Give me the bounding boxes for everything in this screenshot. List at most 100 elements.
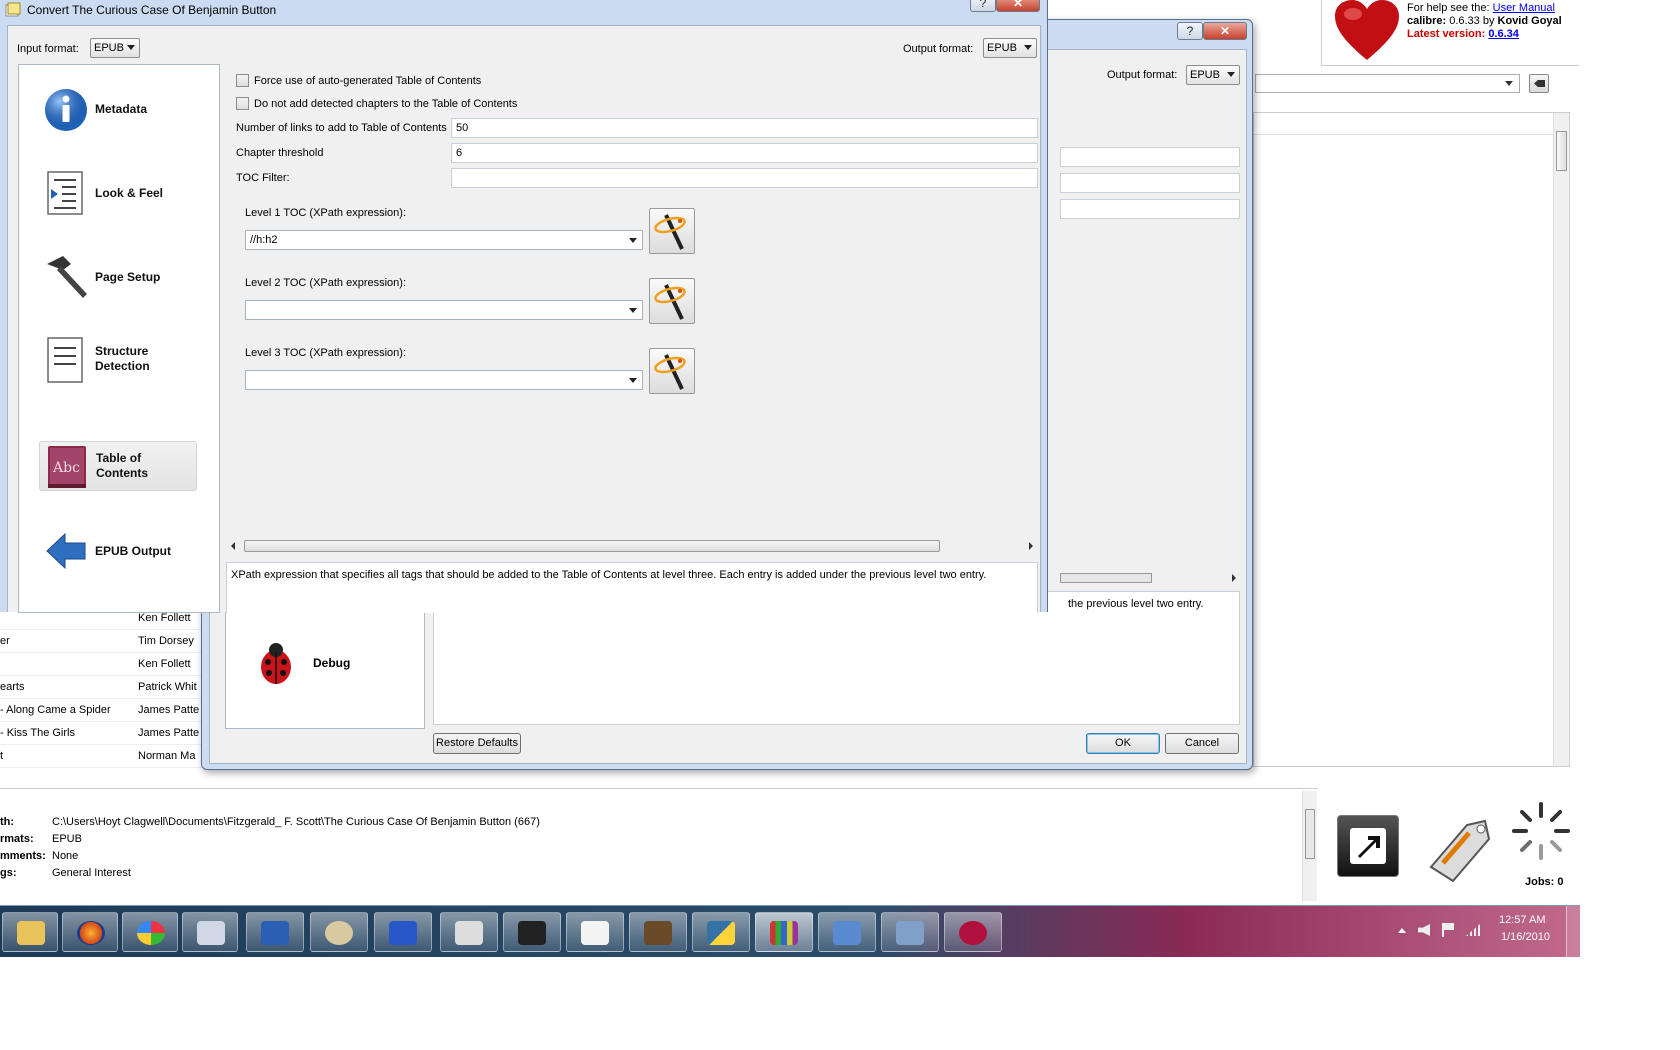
ok-button[interactable]: OK	[1086, 733, 1160, 754]
force-toc-label[interactable]: Force use of auto-generated Table of Con…	[254, 75, 481, 87]
back-close-button[interactable]: ✕	[1203, 22, 1247, 40]
output-format-label: Output format:	[903, 43, 974, 55]
clock-time[interactable]: 12:57 AM	[1499, 914, 1545, 926]
nav-item-page-setup[interactable]: Page Setup	[39, 252, 199, 306]
taskbar-app-windows-media[interactable]	[122, 912, 178, 952]
table-row[interactable]: er Tim Dorsey	[0, 630, 208, 653]
convert-dialog: Convert The Curious Case Of Benjamin But…	[0, 0, 1048, 613]
cancel-button[interactable]: Cancel	[1165, 733, 1239, 754]
chevron-left-icon	[231, 542, 235, 550]
taskbar-app-calibre[interactable]	[755, 912, 813, 952]
nav-item-structure-detection[interactable]: Structure Detection	[39, 334, 199, 388]
output-format-select[interactable]: EPUB	[983, 38, 1037, 58]
nav-item-epub-output[interactable]: EPUB Output	[39, 525, 199, 579]
links-field[interactable]: 50	[451, 118, 1038, 138]
section-nav: Metadata Look & Feel Page Setup Structur…	[18, 64, 220, 613]
notes-icon	[644, 921, 672, 945]
save-to-disk-button[interactable]	[1337, 815, 1399, 877]
detail-tags: gs: General Interest	[0, 867, 131, 879]
back-output-format-select[interactable]: EPUB	[1186, 65, 1240, 85]
back-h-scrollbar[interactable]	[1060, 570, 1240, 586]
taskbar-app-reader[interactable]	[566, 912, 624, 952]
scrollbar-thumb[interactable]	[1556, 131, 1567, 171]
latest-version-link[interactable]: 0.6.34	[1488, 28, 1519, 40]
nav-item-look-feel[interactable]: Look & Feel	[39, 168, 199, 222]
close-button[interactable]: ✕	[996, 0, 1040, 12]
heart-logo-icon	[1335, 0, 1399, 60]
app-icon	[5, 2, 21, 17]
table-row[interactable]: earts Patrick Whit	[0, 676, 208, 699]
nav-item-table-of-contents[interactable]: Abc Table of Contents	[39, 441, 197, 491]
tag-icon	[1429, 819, 1491, 883]
scrollbar-thumb[interactable]	[1305, 809, 1315, 859]
firefox-icon	[77, 921, 105, 945]
table-row[interactable]: t Norman Ma	[0, 745, 208, 768]
level3-combo[interactable]	[245, 370, 643, 390]
taskbar-app-python[interactable]	[692, 912, 750, 952]
version-author: Kovid Goyal	[1497, 15, 1562, 27]
word-icon	[261, 921, 289, 945]
threshold-field[interactable]: 6	[451, 143, 1038, 163]
clock-date[interactable]: 1/16/2010	[1501, 931, 1550, 943]
no-chapters-checkbox[interactable]	[236, 97, 249, 110]
table-row[interactable]: Ken Follett	[0, 653, 208, 676]
flag-icon[interactable]	[1442, 923, 1454, 937]
level2-wizard-button[interactable]	[649, 278, 695, 324]
table-row[interactable]: - Kiss The Girls James Patte	[0, 722, 208, 745]
level2-combo[interactable]	[245, 300, 643, 320]
restore-defaults-button[interactable]: Restore Defaults	[433, 733, 521, 754]
back-help-button[interactable]: ?	[1177, 22, 1203, 40]
level1-value: //h:h2	[250, 234, 278, 246]
vertical-scrollbar[interactable]	[1553, 113, 1569, 766]
taskbar-app-media-player[interactable]	[503, 912, 561, 952]
level1-wizard-button[interactable]	[649, 208, 695, 254]
calibre-books-icon	[770, 921, 798, 945]
input-format-select[interactable]: EPUB	[90, 38, 140, 58]
taskbar-app-remote[interactable]	[881, 912, 939, 952]
level1-combo[interactable]: //h:h2	[245, 230, 643, 250]
form-h-scrollbar[interactable]	[226, 538, 1038, 554]
jobs-spinner-icon[interactable]	[1510, 800, 1572, 862]
scrollbar-thumb[interactable]	[1060, 573, 1152, 583]
table-row[interactable]: - Along Came a Spider James Patte	[0, 699, 208, 722]
toc-filter-field[interactable]	[451, 168, 1038, 188]
search-combo[interactable]	[1255, 74, 1520, 93]
taskbar-app-word[interactable]	[246, 912, 304, 952]
taskbar-app-firefox[interactable]	[62, 912, 118, 952]
taskbar-app-explorer[interactable]	[2, 912, 58, 952]
book-title: - Along Came a Spider	[0, 704, 111, 716]
python-icon	[707, 921, 735, 945]
network-signal-icon[interactable]	[1466, 924, 1480, 936]
tray-arrow-icon[interactable]	[1398, 928, 1406, 933]
level2-label: Level 2 TOC (XPath expression):	[245, 277, 407, 289]
details-scrollbar[interactable]	[1302, 791, 1317, 901]
taskbar-app-book[interactable]	[374, 912, 432, 952]
taskbar-app-tool[interactable]	[440, 912, 498, 952]
clear-search-button[interactable]	[1529, 74, 1549, 93]
taskbar-app-network[interactable]	[818, 912, 876, 952]
tag-button[interactable]	[1419, 807, 1499, 887]
back-field[interactable]	[1060, 147, 1240, 167]
taskbar-app-s[interactable]	[944, 912, 1002, 952]
debug-label[interactable]: Debug	[313, 656, 350, 670]
taskbar-app-calculator[interactable]	[182, 912, 238, 952]
no-chapters-label[interactable]: Do not add detected chapters to the Tabl…	[254, 98, 517, 110]
windows-orb-icon	[137, 921, 165, 945]
scrollbar-thumb[interactable]	[244, 540, 940, 552]
detail-value: General Interest	[52, 867, 131, 879]
help-text-box[interactable]: XPath expression that specifies all tags…	[226, 562, 1038, 613]
force-toc-checkbox[interactable]	[236, 74, 249, 87]
help-button[interactable]: ?	[970, 0, 996, 12]
taskbar-app-paint[interactable]	[310, 912, 368, 952]
threshold-label: Chapter threshold	[236, 147, 324, 159]
nav-label: Structure Detection	[95, 344, 150, 373]
user-manual-link[interactable]: User Manual	[1493, 2, 1555, 14]
jobs-count[interactable]: Jobs: 0	[1525, 876, 1564, 888]
nav-item-metadata[interactable]: Metadata	[39, 85, 199, 139]
back-field[interactable]	[1060, 199, 1240, 219]
back-field[interactable]	[1060, 173, 1240, 193]
taskbar-app-notes[interactable]	[629, 912, 687, 952]
level3-wizard-button[interactable]	[649, 348, 695, 394]
volume-icon[interactable]	[1418, 924, 1430, 936]
show-desktop-button[interactable]	[1566, 906, 1580, 958]
